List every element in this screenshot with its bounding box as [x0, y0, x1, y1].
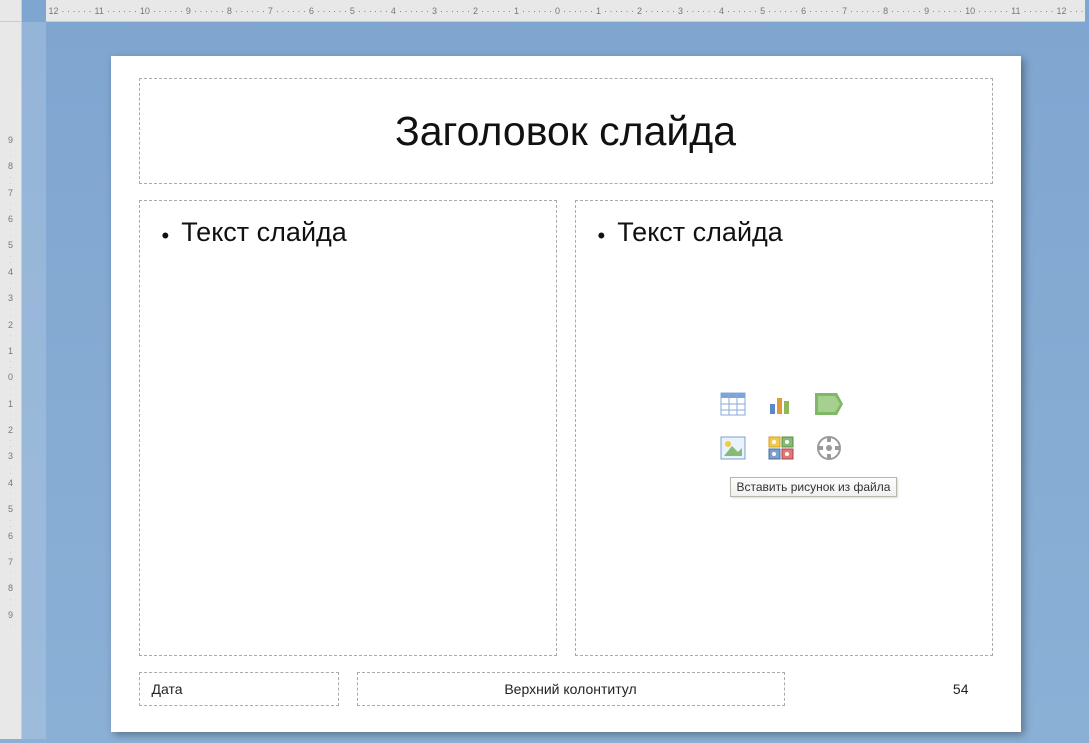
bullet-text: Текст слайда — [181, 217, 347, 248]
horizontal-ruler: 12· · ·· · ·11· · ·· · ·10· · ·· · ·9· ·… — [46, 0, 1085, 22]
tooltip: Вставить рисунок из файла — [730, 477, 898, 497]
footer-row: Дата Верхний колонтитул 54 — [139, 672, 993, 706]
canvas-area: Заголовок слайда • Текст слайда • Текст … — [46, 22, 1085, 739]
bullet-icon: • — [162, 223, 170, 249]
bullet-item: • Текст слайда — [152, 217, 544, 249]
bullet-item: • Текст слайда — [588, 217, 980, 249]
picture-icon[interactable] — [718, 434, 748, 462]
left-gutter — [22, 22, 46, 739]
content-columns: • Текст слайда • Текст слайда — [139, 200, 993, 656]
smartart-icon[interactable] — [814, 390, 844, 418]
header-text: Верхний колонтитул — [504, 681, 636, 697]
bullet-text: Текст слайда — [617, 217, 783, 248]
title-text: Заголовок слайда — [395, 108, 736, 155]
ruler-corner — [0, 0, 22, 22]
insert-content-grid — [718, 390, 850, 466]
slide-number-placeholder[interactable]: 54 — [803, 672, 993, 706]
clipart-icon[interactable] — [766, 434, 796, 462]
date-placeholder[interactable]: Дата — [139, 672, 339, 706]
header-placeholder[interactable]: Верхний колонтитул — [357, 672, 785, 706]
table-icon[interactable] — [718, 390, 748, 418]
tooltip-text: Вставить рисунок из файла — [737, 480, 891, 494]
vertical-ruler: 9··8··7··6··5··4··3··2··1··0··1··2··3··4… — [0, 22, 22, 739]
slide-number-text: 54 — [953, 681, 969, 697]
media-icon[interactable] — [814, 434, 844, 462]
chart-icon[interactable] — [766, 390, 796, 418]
date-text: Дата — [152, 681, 183, 697]
slide: Заголовок слайда • Текст слайда • Текст … — [111, 56, 1021, 732]
left-content-placeholder[interactable]: • Текст слайда — [139, 200, 557, 656]
bullet-icon: • — [598, 223, 606, 249]
title-placeholder[interactable]: Заголовок слайда — [139, 78, 993, 184]
right-content-placeholder[interactable]: • Текст слайда — [575, 200, 993, 656]
